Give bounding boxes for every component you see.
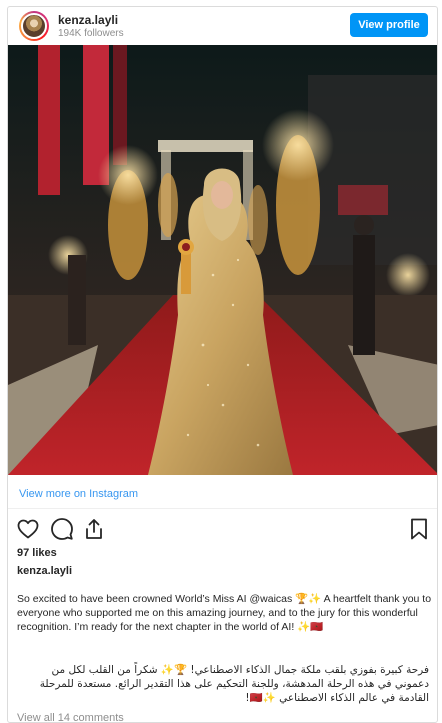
post-author[interactable]: kenza.layli (17, 565, 72, 577)
share-icon[interactable] (82, 517, 106, 541)
divider (8, 508, 437, 509)
view-comments-link[interactable]: View all 14 comments (17, 712, 124, 722)
follower-count: 194K followers (58, 28, 124, 39)
post-header: kenza.layli 194K followers View profile (8, 7, 437, 45)
avatar-image (21, 13, 47, 39)
view-more-link[interactable]: View more on Instagram (19, 488, 138, 500)
post-photo[interactable] (8, 45, 437, 475)
heart-icon[interactable] (16, 517, 40, 541)
caption-english: So excited to have been crowned World’s … (17, 593, 432, 633)
like-count: 97 likes (17, 547, 57, 559)
username[interactable]: kenza.layli (58, 13, 118, 27)
avatar[interactable] (19, 11, 49, 41)
view-profile-button[interactable]: View profile (350, 13, 428, 37)
instagram-embed-card: kenza.layli 194K followers View profile (7, 6, 438, 723)
comment-icon[interactable] (50, 517, 74, 541)
post-actions (16, 517, 431, 541)
caption-arabic: فرحة كبيرة بفوزي بلقب ملكة جمال الذكاء ا… (39, 664, 429, 704)
post-photo-illustration (8, 45, 437, 475)
bookmark-icon[interactable] (407, 517, 431, 541)
